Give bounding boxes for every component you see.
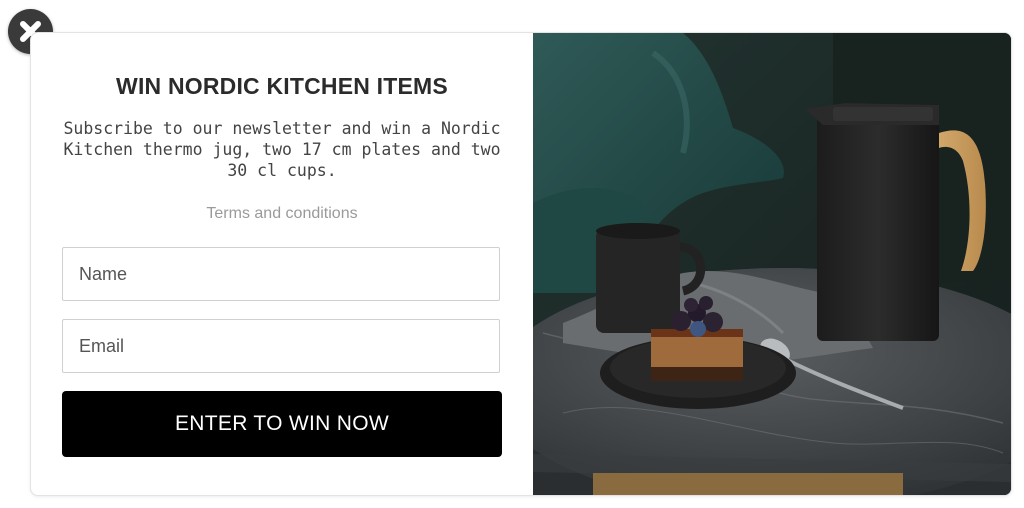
popup-title: WIN NORDIC KITCHEN ITEMS: [116, 73, 448, 99]
product-photo-illustration: [533, 33, 1011, 495]
signup-form: WIN NORDIC KITCHEN ITEMS Subscribe to ou…: [31, 33, 533, 495]
popup-description: Subscribe to our newsletter and win a No…: [63, 119, 501, 180]
enter-to-win-button[interactable]: ENTER TO WIN NOW: [62, 391, 502, 457]
email-field[interactable]: [62, 319, 500, 373]
newsletter-popup: WIN NORDIC KITCHEN ITEMS Subscribe to ou…: [30, 32, 1012, 496]
name-field[interactable]: [62, 247, 500, 301]
product-photo: [533, 33, 1011, 495]
terms-link[interactable]: Terms and conditions: [31, 205, 533, 223]
